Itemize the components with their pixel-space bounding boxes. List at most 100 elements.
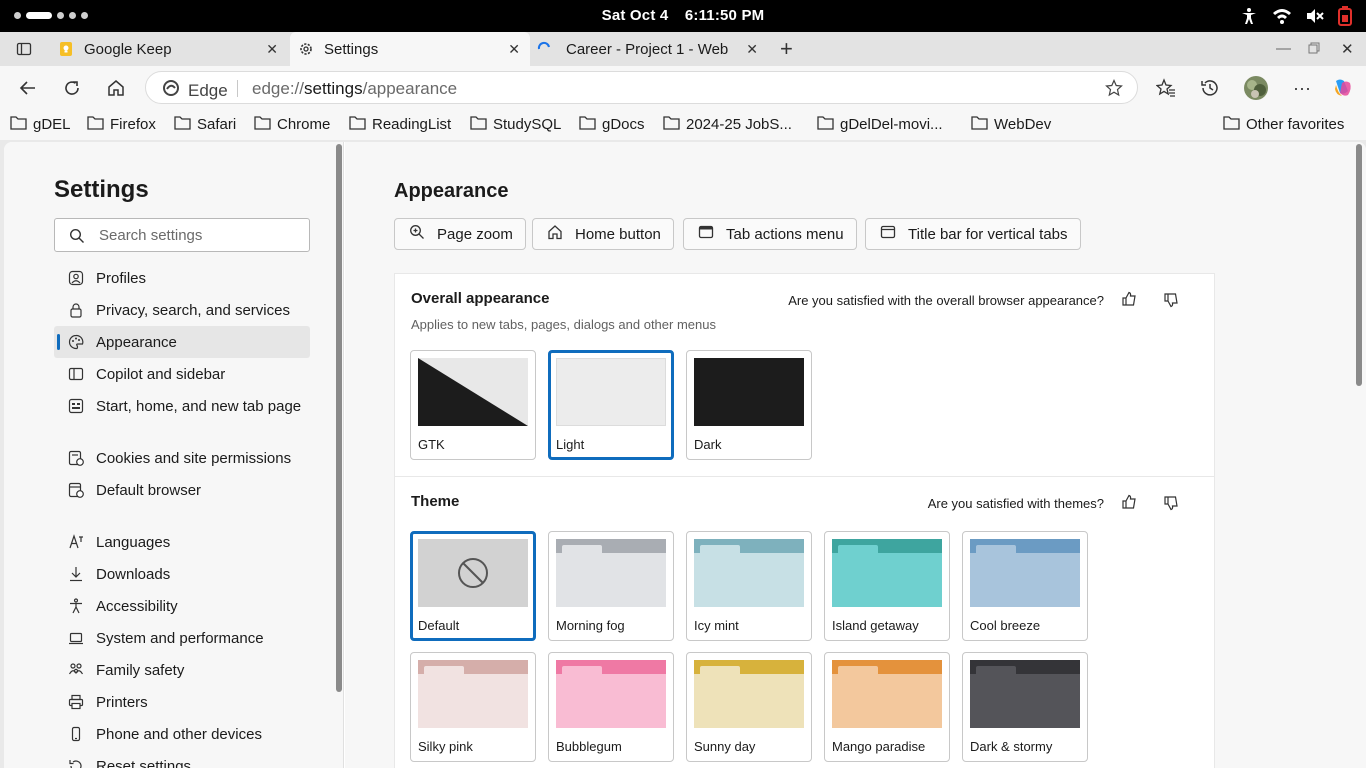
close-icon[interactable]: ✕ <box>266 41 278 58</box>
theme-swatch <box>970 660 1080 728</box>
profile-avatar[interactable] <box>1242 74 1270 102</box>
download-icon <box>68 566 84 582</box>
url-text[interactable]: edge://settings/appearance <box>252 79 457 99</box>
address-bar[interactable]: Edge edge://settings/appearance <box>145 71 1138 104</box>
feedback-question: Are you satisfied with the overall brows… <box>788 293 1104 308</box>
sidebar-item-family-safety[interactable]: Family safety <box>54 654 310 686</box>
edge-label: Edge <box>188 80 228 100</box>
appearance-option-dark[interactable]: Dark <box>686 350 812 460</box>
settings-title: Settings <box>54 176 149 203</box>
favorite-folder-studysql[interactable]: StudySQL <box>470 115 561 134</box>
minimize-button[interactable]: — <box>1276 40 1291 57</box>
site-identity-chip[interactable]: Edge <box>162 79 228 102</box>
favorite-folder-safari[interactable]: Safari <box>174 115 236 134</box>
title-bar-vertical-tabs-chip[interactable]: Title bar for vertical tabs <box>865 218 1081 250</box>
wifi-icon[interactable] <box>1272 8 1292 29</box>
page-zoom-chip[interactable]: Page zoom <box>394 218 526 250</box>
new-tab-button[interactable]: + <box>780 36 793 62</box>
favorite-folder-gdeldel[interactable]: gDelDel-movi... <box>817 115 943 134</box>
search-input[interactable] <box>99 225 299 245</box>
appearance-option-light[interactable]: Light <box>548 350 674 460</box>
favorites-button[interactable] <box>1154 76 1178 100</box>
sidebar-item-profiles[interactable]: Profiles <box>54 262 310 294</box>
theme-swatch <box>418 660 528 728</box>
thumbs-up-icon[interactable] <box>1121 494 1137 510</box>
folder-icon <box>817 115 834 134</box>
sidebar-item-appearance[interactable]: Appearance <box>54 326 310 358</box>
folder-label: StudySQL <box>493 116 562 133</box>
page-title: Appearance <box>394 180 509 202</box>
home-icon <box>547 224 563 244</box>
sidebar-item-copilot[interactable]: Copilot and sidebar <box>54 358 310 390</box>
tab-google-keep[interactable]: Google Keep ✕ <box>48 32 288 66</box>
maximize-button[interactable] <box>1308 41 1320 58</box>
thumbs-down-icon[interactable] <box>1163 495 1179 511</box>
tab-actions-icon[interactable] <box>16 41 32 62</box>
theme-option-cool-breeze[interactable]: Cool breeze <box>962 531 1088 641</box>
tab-actions-menu-chip[interactable]: Tab actions menu <box>683 218 857 250</box>
sidebar-item-reset[interactable]: Reset settings <box>54 750 310 768</box>
folder-icon <box>87 115 104 134</box>
sidebar-item-system[interactable]: System and performance <box>54 622 310 654</box>
search-settings-box[interactable] <box>54 218 310 252</box>
theme-option-island-getaway[interactable]: Island getaway <box>824 531 950 641</box>
close-icon[interactable]: ✕ <box>746 41 758 58</box>
volume-muted-icon[interactable] <box>1306 8 1324 29</box>
refresh-button[interactable] <box>60 76 84 100</box>
battery-icon[interactable] <box>1338 6 1352 31</box>
other-favorites-folder[interactable]: Other favorites <box>1223 115 1344 134</box>
tab-settings[interactable]: Settings ✕ <box>290 32 530 66</box>
theme-option-silky-pink[interactable]: Silky pink <box>410 652 536 762</box>
sidebar-item-accessibility[interactable]: Accessibility <box>54 590 310 622</box>
favorite-folder-readinglist[interactable]: ReadingList <box>349 115 451 134</box>
appearance-option-gtk[interactable]: GTK <box>410 350 536 460</box>
theme-option-sunny-day[interactable]: Sunny day <box>686 652 812 762</box>
theme-option-icy-mint[interactable]: Icy mint <box>686 531 812 641</box>
favorite-folder-chrome[interactable]: Chrome <box>254 115 330 134</box>
tab-career[interactable]: Career - Project 1 - Web ✕ <box>532 32 768 66</box>
section-title: Theme <box>411 493 460 510</box>
sidebar-item-phone[interactable]: Phone and other devices <box>54 718 310 750</box>
sidebar-item-languages[interactable]: Languages <box>54 526 310 558</box>
back-button[interactable] <box>16 76 40 100</box>
sidebar-scrollbar[interactable] <box>336 144 342 692</box>
favorite-folder-gdel[interactable]: gDEL <box>10 115 71 134</box>
folder-icon <box>10 115 27 134</box>
favorite-folder-gdocs[interactable]: gDocs <box>579 115 645 134</box>
section-title: Overall appearance <box>411 290 550 307</box>
theme-option-morning-fog[interactable]: Morning fog <box>548 531 674 641</box>
theme-swatch <box>556 539 666 607</box>
more-options-icon[interactable]: ··· <box>1290 76 1314 100</box>
sidebar-item-cookies[interactable]: Cookies and site permissions <box>54 442 310 474</box>
history-button[interactable] <box>1198 76 1222 100</box>
section-subtitle: Applies to new tabs, pages, dialogs and … <box>411 317 716 332</box>
home-button-chip[interactable]: Home button <box>532 218 674 250</box>
copilot-icon[interactable] <box>1331 76 1355 100</box>
sidebar-item-start-home[interactable]: Start, home, and new tab page <box>54 390 310 442</box>
profile-icon <box>68 270 84 286</box>
accessibility-status-icon[interactable] <box>1240 7 1258 30</box>
theme-option-dark-stormy[interactable]: Dark & stormy <box>962 652 1088 762</box>
theme-option-mango-paradise[interactable]: Mango paradise <box>824 652 950 762</box>
favorite-folder-firefox[interactable]: Firefox <box>87 115 156 134</box>
favorite-folder-webdev[interactable]: WebDev <box>971 115 1051 134</box>
close-icon[interactable]: ✕ <box>508 41 520 58</box>
tab-menu-icon <box>698 224 714 244</box>
clock[interactable]: Sat Oct 4 6:11:50 PM <box>0 7 1366 24</box>
thumbs-up-icon[interactable] <box>1121 291 1137 307</box>
sidebar-item-privacy[interactable]: Privacy, search, and services <box>54 294 310 326</box>
chip-label: Home button <box>575 225 661 243</box>
folder-label: gDEL <box>33 116 71 133</box>
theme-option-default[interactable]: Default <box>410 531 536 641</box>
add-favorite-star-icon[interactable] <box>1105 79 1123 102</box>
thumbs-down-icon[interactable] <box>1163 292 1179 308</box>
sidebar-item-printers[interactable]: Printers <box>54 686 310 718</box>
home-button[interactable] <box>104 76 128 100</box>
main-scrollbar[interactable] <box>1356 144 1362 386</box>
theme-option-bubblegum[interactable]: Bubblegum <box>548 652 674 762</box>
folder-icon <box>174 115 191 134</box>
sidebar-item-default-browser[interactable]: Default browser <box>54 474 310 506</box>
close-window-button[interactable]: ✕ <box>1341 40 1354 58</box>
sidebar-item-downloads[interactable]: Downloads <box>54 558 310 590</box>
favorite-folder-jobs[interactable]: 2024-25 JobS... <box>663 115 792 134</box>
